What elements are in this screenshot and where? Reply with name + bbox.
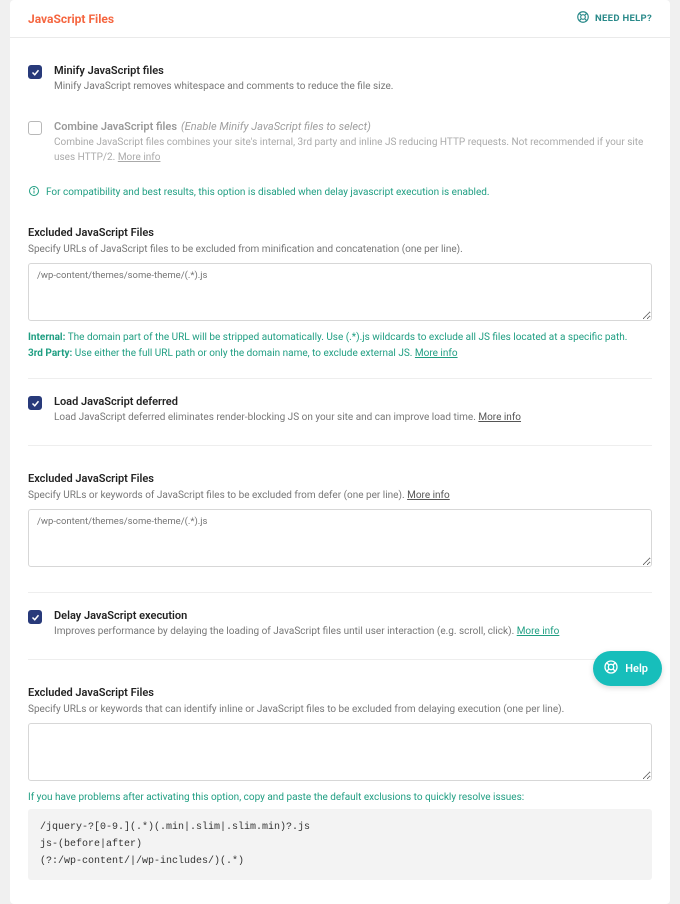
life-ring-icon	[576, 10, 590, 27]
exclude-defer-desc: Specify URLs or keywords of JavaScript f…	[28, 488, 652, 503]
combine-label: Combine JavaScript files(Enable Minify J…	[54, 120, 652, 133]
info-icon	[28, 185, 40, 200]
exclude-delay-desc: Specify URLs or keywords that can identi…	[28, 702, 652, 717]
exclude-minify-textarea[interactable]	[28, 263, 652, 321]
panel-header: JavaScript Files NEED HELP?	[10, 0, 670, 38]
delay-label: Delay JavaScript execution	[54, 609, 652, 622]
defer-field: Load JavaScript deferred Load JavaScript…	[28, 379, 652, 439]
delay-more-info[interactable]: More info	[517, 626, 560, 637]
exclude-delay-resolve-note: If you have problems after activating th…	[28, 792, 652, 803]
exclude-defer-section: Excluded JavaScript Files Specify URLs o…	[28, 460, 652, 593]
panel-body: Minify JavaScript files Minify JavaScrip…	[10, 38, 670, 904]
combine-more-info[interactable]: More info	[118, 152, 161, 163]
combine-disabled-note: For compatibility and best results, this…	[28, 185, 652, 200]
exclude-defer-more-info[interactable]: More info	[407, 490, 450, 501]
combine-checkbox[interactable]	[28, 121, 42, 135]
minify-desc: Minify JavaScript removes whitespace and…	[54, 79, 652, 94]
help-bubble[interactable]: Help	[593, 651, 662, 686]
defer-more-info[interactable]: More info	[478, 412, 521, 423]
delay-checkbox[interactable]	[28, 610, 42, 624]
minify-checkbox[interactable]	[28, 65, 42, 79]
js-files-panel: JavaScript Files NEED HELP?	[10, 0, 670, 904]
exclude-delay-section: Excluded JavaScript Files Specify URLs o…	[28, 674, 652, 880]
exclude-delay-textarea[interactable]	[28, 723, 652, 781]
exclude-minify-desc: Specify URLs of JavaScript files to be e…	[28, 242, 652, 257]
combine-desc: Combine JavaScript files combines your s…	[54, 135, 652, 165]
defer-label: Load JavaScript deferred	[54, 395, 652, 408]
help-bubble-label: Help	[625, 662, 648, 675]
exclude-minify-more-info[interactable]: More info	[415, 348, 458, 359]
exclude-defer-label: Excluded JavaScript Files	[28, 472, 652, 485]
life-ring-icon	[603, 659, 619, 678]
minify-label: Minify JavaScript files	[54, 64, 652, 77]
default-exclusions-code[interactable]: /jquery-?[0-9.](.*)(.min|.slim|.slim.min…	[28, 809, 652, 880]
defer-desc: Load JavaScript deferred eliminates rend…	[54, 410, 652, 425]
exclude-defer-textarea[interactable]	[28, 509, 652, 567]
minify-field: Minify JavaScript files Minify JavaScrip…	[28, 54, 652, 108]
exclude-minify-section: Excluded JavaScript Files Specify URLs o…	[28, 214, 652, 379]
need-help-link[interactable]: NEED HELP?	[576, 10, 652, 27]
exclude-minify-hint: Internal: The domain part of the URL wil…	[28, 330, 652, 362]
panel-title: JavaScript Files	[28, 12, 114, 26]
defer-checkbox[interactable]	[28, 396, 42, 410]
need-help-label: NEED HELP?	[595, 13, 652, 24]
delay-field: Delay JavaScript execution Improves perf…	[28, 593, 652, 653]
delay-desc: Improves performance by delaying the loa…	[54, 624, 652, 639]
exclude-delay-label: Excluded JavaScript Files	[28, 686, 652, 699]
exclude-minify-label: Excluded JavaScript Files	[28, 226, 652, 239]
combine-field: Combine JavaScript files(Enable Minify J…	[28, 108, 652, 179]
